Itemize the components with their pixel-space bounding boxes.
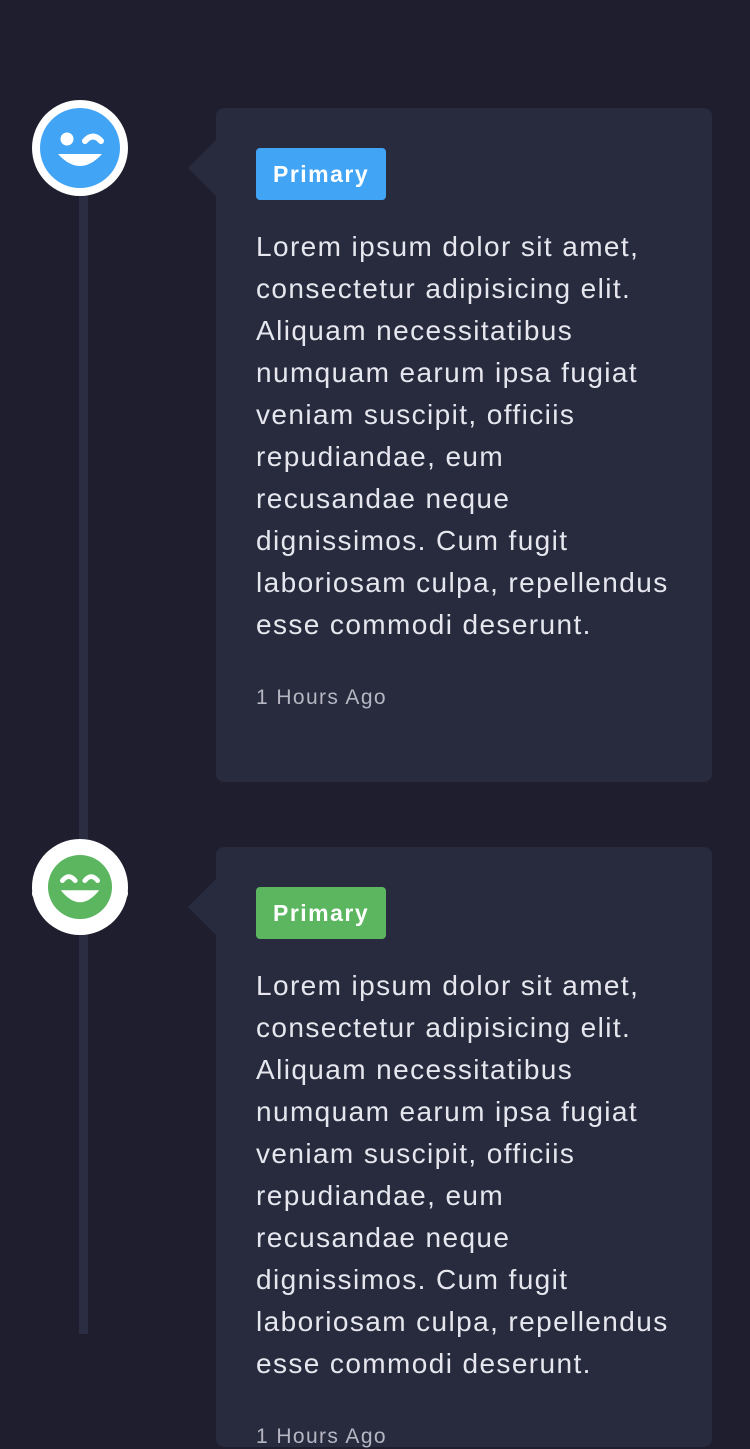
card-text: Lorem ipsum dolor sit amet, consectetur …: [256, 970, 669, 1379]
timestamp: 1 Hours Ago: [256, 686, 387, 709]
timeline-line: [79, 150, 88, 1334]
timeline-card: Primary Lorem ipsum dolor sit amet, cons…: [188, 847, 712, 1448]
status-badge: Primary: [256, 148, 387, 200]
card-text: Lorem ipsum dolor sit amet, consectetur …: [256, 231, 669, 640]
timestamp: 1 Hours Ago: [256, 1425, 387, 1448]
timeline-card: Primary Lorem ipsum dolor sit amet, cons…: [188, 108, 712, 782]
winking-face-icon: [32, 100, 128, 196]
status-badge: Primary: [256, 887, 387, 939]
laughing-face-icon: [32, 839, 128, 935]
